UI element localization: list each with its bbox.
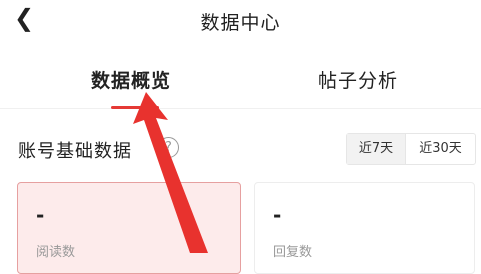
annotation-arrow-icon [133, 92, 208, 253]
